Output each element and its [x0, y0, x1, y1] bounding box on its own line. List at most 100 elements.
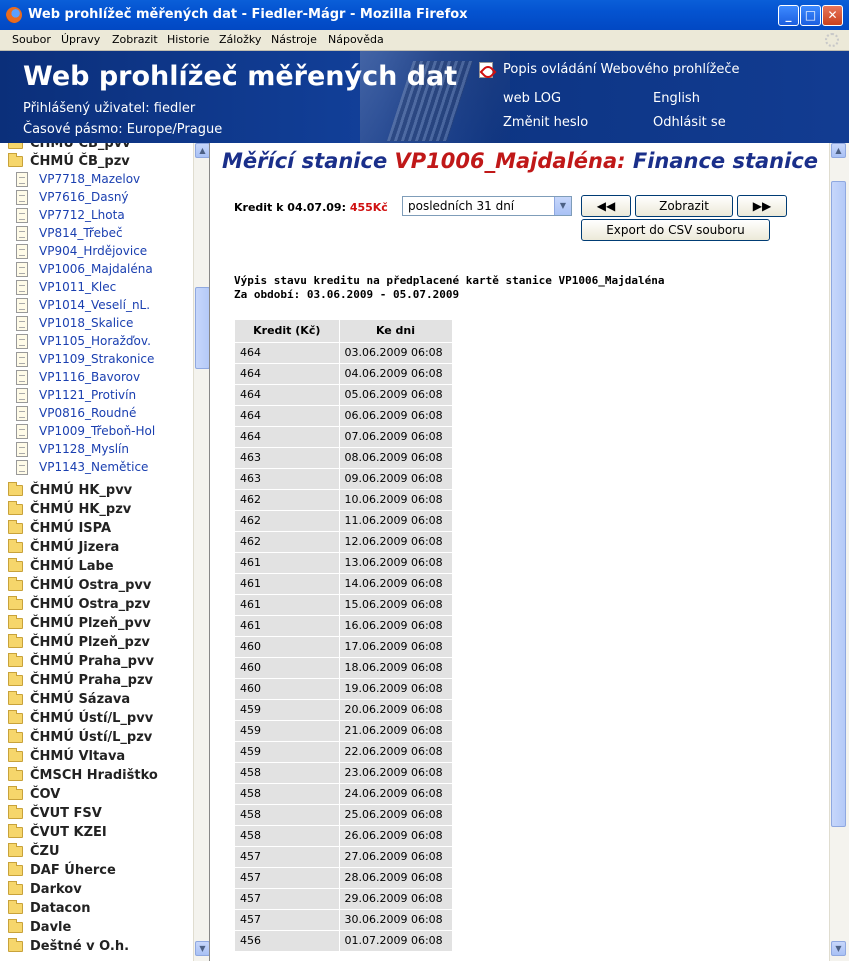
tree-station-label: VP814_Třebeč — [39, 226, 123, 240]
close-button[interactable]: ✕ — [822, 5, 843, 26]
credit-cell: 462 — [235, 530, 340, 552]
document-icon — [16, 172, 28, 187]
tree-group-label: ČHMÚ Ústí/L_pvv — [30, 711, 154, 726]
tree-station-label: VP1009_Třeboň-Hol — [39, 424, 156, 438]
folder-icon — [8, 748, 23, 762]
timezone: Časové pásmo: Europe/Prague — [23, 122, 223, 137]
menu-zalozky[interactable]: Záložky — [219, 33, 261, 46]
period-select-value: posledních 31 dní — [408, 199, 515, 213]
date-cell: 11.06.2009 06:08 — [339, 509, 453, 531]
previous-period-button[interactable]: ◀◀ — [581, 195, 631, 217]
weblog-link[interactable]: web LOG — [503, 91, 561, 106]
credit-cell: 458 — [235, 782, 340, 804]
tree-group-label: ČZU — [30, 844, 60, 859]
credit-cell: 458 — [235, 803, 340, 825]
scroll-thumb[interactable] — [831, 181, 846, 827]
tree-group-label: ČHMÚ Jizera — [30, 540, 120, 555]
page-title-prefix: Měřící stanice — [222, 149, 388, 173]
scroll-up-arrow-icon[interactable]: ▲ — [195, 143, 209, 158]
tree-station-label: VP7616_Dasný — [39, 190, 129, 204]
credit-cell: 461 — [235, 614, 340, 636]
table-row: 458 25.06.2009 06:08 — [235, 803, 453, 825]
export-csv-button[interactable]: Export do CSV souboru — [581, 219, 770, 241]
tree-group-label: ČHMÚ Praha_pzv — [30, 673, 154, 688]
firefox-icon — [6, 7, 22, 23]
maximize-button[interactable]: □ — [800, 5, 821, 26]
credit-cell: 464 — [235, 425, 340, 447]
table-row: 459 21.06.2009 06:08 — [235, 719, 453, 741]
date-cell: 03.06.2009 06:08 — [339, 341, 453, 363]
period-select[interactable]: posledních 31 dní ▼ — [402, 196, 572, 216]
scroll-down-arrow-icon[interactable]: ▼ — [831, 941, 846, 956]
statement-description: Výpis stavu kreditu na předplacené kartě… — [234, 274, 664, 302]
menu-zobrazit[interactable]: Zobrazit — [112, 33, 158, 46]
document-icon — [16, 424, 28, 439]
tree-station-label: VP1011_Klec — [39, 280, 117, 294]
menu-nastroje[interactable]: Nástroje — [271, 33, 317, 46]
statement-line-2: Za období: 03.06.2009 - 05.07.2009 — [234, 288, 460, 301]
help-link[interactable]: Popis ovládání Webového prohlížeče — [503, 62, 740, 77]
tree-group-label: ČOV — [30, 787, 61, 802]
next-period-button[interactable]: ▶▶ — [737, 195, 787, 217]
menu-upravy[interactable]: Úpravy — [61, 33, 100, 46]
table-row: 459 22.06.2009 06:08 — [235, 740, 453, 762]
english-link[interactable]: English — [653, 91, 700, 106]
menu-napoveda[interactable]: Nápověda — [328, 33, 384, 46]
credit-cell: 458 — [235, 761, 340, 783]
credit-cell: 462 — [235, 488, 340, 510]
folder-icon — [8, 881, 23, 895]
credit-cell: 464 — [235, 341, 340, 363]
menu-soubor[interactable]: Soubor — [12, 33, 51, 46]
table-row: 463 08.06.2009 06:08 — [235, 446, 453, 468]
date-cell: 17.06.2009 06:08 — [339, 635, 453, 657]
folder-icon — [8, 919, 23, 933]
tree-station-label: VP1116_Bavorov — [39, 370, 141, 384]
table-header-row: Kredit (Kč) Ke dni — [235, 320, 453, 342]
date-cell: 25.06.2009 06:08 — [339, 803, 453, 825]
tree-group-label: Deštné v O.h. — [30, 939, 130, 954]
tree-group-label: ČHMÚ Labe — [30, 559, 114, 574]
date-cell: 16.06.2009 06:08 — [339, 614, 453, 636]
date-cell: 18.06.2009 06:08 — [339, 656, 453, 678]
table-row: 460 19.06.2009 06:08 — [235, 677, 453, 699]
document-icon — [16, 352, 28, 367]
document-icon — [16, 226, 28, 241]
chevron-down-icon[interactable]: ▼ — [554, 197, 571, 215]
table-row: 461 13.06.2009 06:08 — [235, 551, 453, 573]
folder-icon — [8, 615, 23, 629]
tree-station-label: VP1109_Strakonice — [39, 352, 155, 366]
folder-icon — [8, 558, 23, 572]
throbber-icon — [825, 33, 839, 47]
scroll-up-arrow-icon[interactable]: ▲ — [831, 143, 846, 158]
tree-group-label: Datacon — [30, 901, 91, 916]
date-cell: 10.06.2009 06:08 — [339, 488, 453, 510]
minimize-button[interactable]: _ — [778, 5, 799, 26]
date-cell: 05.06.2009 06:08 — [339, 383, 453, 405]
date-cell: 14.06.2009 06:08 — [339, 572, 453, 594]
menu-historie[interactable]: Historie — [167, 33, 209, 46]
change-password-link[interactable]: Změnit heslo — [503, 115, 588, 130]
table-row: 464 07.06.2009 06:08 — [235, 425, 453, 447]
credit-cell: 459 — [235, 740, 340, 762]
date-cell: 15.06.2009 06:08 — [339, 593, 453, 615]
main-scrollbar[interactable]: ▲ ▼ — [829, 143, 849, 961]
document-icon — [16, 190, 28, 205]
credit-cell: 457 — [235, 908, 340, 930]
show-button[interactable]: Zobrazit — [635, 195, 733, 217]
folder-icon — [8, 539, 23, 553]
table-row: 458 23.06.2009 06:08 — [235, 761, 453, 783]
credit-cell: 461 — [235, 593, 340, 615]
date-cell: 28.06.2009 06:08 — [339, 866, 453, 888]
scroll-down-arrow-icon[interactable]: ▼ — [195, 941, 209, 956]
table-row: 462 12.06.2009 06:08 — [235, 530, 453, 552]
table-row: 460 18.06.2009 06:08 — [235, 656, 453, 678]
tree-group-label: ČHMÚ Sázava — [30, 692, 131, 707]
date-cell: 09.06.2009 06:08 — [339, 467, 453, 489]
scroll-thumb[interactable] — [195, 287, 209, 369]
sidebar-scrollbar[interactable]: ▲ ▼ — [193, 143, 209, 961]
logout-link[interactable]: Odhlásit se — [653, 115, 726, 130]
tree-station-label: VP1018_Skalice — [39, 316, 134, 330]
credit-cell: 460 — [235, 677, 340, 699]
folder-icon — [8, 482, 23, 496]
date-cell: 12.06.2009 06:08 — [339, 530, 453, 552]
